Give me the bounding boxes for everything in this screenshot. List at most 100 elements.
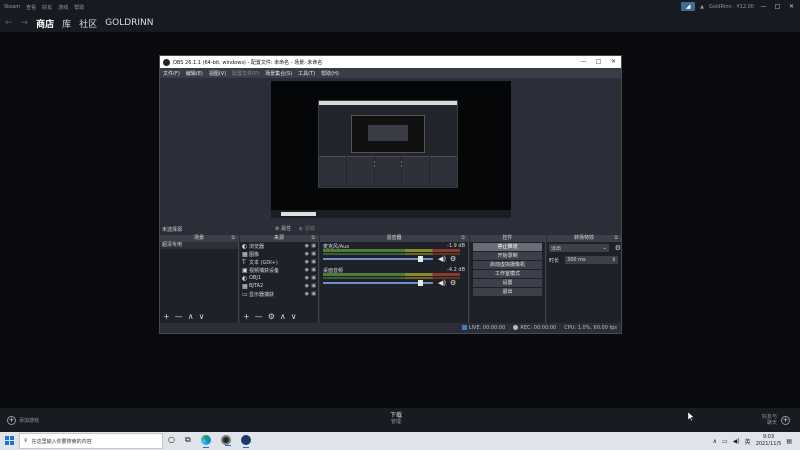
scene-item[interactable]: 超清专用	[160, 242, 238, 249]
account-label[interactable]: GoldRinn · ¥12.00	[709, 4, 754, 10]
notification-center-icon[interactable]: ▤	[786, 438, 792, 445]
maximize-button[interactable]: □	[773, 3, 782, 10]
speaker-icon[interactable]: ◀)	[438, 255, 446, 263]
remove-source-button[interactable]: —	[255, 312, 263, 321]
minimize-button[interactable]: —	[759, 3, 768, 10]
exit-button[interactable]: 退出	[473, 288, 542, 296]
nav-store[interactable]: 商店	[36, 17, 54, 30]
stop-streaming-button[interactable]: 停止推流	[473, 243, 542, 251]
notification-icon[interactable]: ▲	[700, 4, 704, 10]
dock-settings-icon[interactable]: ⧉	[461, 235, 465, 242]
obs-taskbar-icon[interactable]	[220, 435, 231, 446]
source-item[interactable]: ▦ BJTA2 ◉ ▣	[240, 282, 318, 290]
volume-slider-handle[interactable]	[418, 256, 423, 262]
menu-games[interactable]: 游戏	[58, 4, 68, 11]
cortana-icon[interactable]: ○	[168, 435, 175, 445]
obs-minimize-button[interactable]: —	[576, 56, 591, 68]
obs-maximize-button[interactable]: □	[591, 56, 606, 68]
steam-taskbar-icon[interactable]	[240, 435, 251, 448]
friends-chat-button[interactable]: 好友与 聊天 +	[762, 414, 790, 426]
lock-icon[interactable]: ▣	[311, 251, 316, 257]
scene-down-button[interactable]: ∨	[199, 312, 205, 321]
virtual-camera-button[interactable]: 启动虚拟摄像机	[473, 261, 542, 269]
settings-button[interactable]: 设置	[473, 279, 542, 287]
eye-icon[interactable]: ◉	[305, 267, 309, 273]
source-item[interactable]: ▦ 图像 ◉ ▣	[240, 250, 318, 258]
eye-icon[interactable]: ◉	[305, 291, 309, 297]
lock-icon[interactable]: ▣	[311, 283, 316, 289]
transition-select[interactable]: 淡出 ⌄	[549, 244, 609, 252]
obs-menu-profile[interactable]: 配置文件(P)	[232, 70, 259, 77]
nav-community[interactable]: 社区	[79, 17, 97, 30]
broadcast-icon[interactable]: ◢	[681, 2, 696, 11]
obs-menu-tools[interactable]: 工具(T)	[298, 70, 315, 77]
lock-icon[interactable]: ▣	[311, 291, 316, 297]
volume-slider[interactable]	[323, 282, 433, 284]
eye-icon[interactable]: ◉	[305, 275, 309, 281]
obs-menu-help[interactable]: 帮助(H)	[321, 70, 339, 77]
scene-up-button[interactable]: ∧	[188, 312, 194, 321]
gear-icon[interactable]: ⚙	[615, 244, 621, 252]
start-recording-button[interactable]: 开始录制	[473, 252, 542, 260]
speaker-icon[interactable]: ◀)	[438, 279, 446, 287]
obs-menu-file[interactable]: 文件(F)	[163, 70, 180, 77]
menu-steam[interactable]: Steam	[4, 4, 20, 11]
nav-username[interactable]: GOLDRINN	[105, 18, 153, 28]
menu-view[interactable]: 查看	[26, 4, 36, 11]
obs-menu-view[interactable]: 视图(V)	[209, 70, 226, 77]
dock-settings-icon[interactable]: ⧉	[311, 235, 315, 242]
edge-icon[interactable]	[200, 435, 211, 448]
source-item[interactable]: ◐ OBJ1 ◉ ▣	[240, 274, 318, 282]
nav-library[interactable]: 库	[62, 17, 71, 30]
source-item[interactable]: ◐ 浏览器 ◉ ▣	[240, 242, 318, 250]
windows-start-icon[interactable]	[5, 436, 14, 445]
source-properties-button[interactable]: ⚙	[268, 312, 275, 321]
source-item[interactable]: ▭ 显示器捕获 ◉ ▣	[240, 290, 318, 298]
volume-icon[interactable]: ◀)	[733, 438, 740, 445]
source-item[interactable]: T 文本 (GDI+) ◉ ▣	[240, 258, 318, 266]
gear-icon[interactable]: ⚙	[450, 255, 456, 263]
volume-slider[interactable]	[323, 258, 433, 260]
eye-icon[interactable]: ◉	[305, 259, 309, 265]
back-arrow-icon[interactable]: ←	[5, 18, 13, 28]
properties-button[interactable]: ⚙ 属性	[275, 225, 291, 232]
steam-menu: Steam 查看 好友 游戏 帮助	[4, 4, 84, 11]
add-game-button[interactable]: + 添加游戏	[7, 416, 39, 425]
dock-settings-icon[interactable]: ⧉	[614, 235, 618, 242]
eye-icon[interactable]: ◉	[305, 243, 309, 249]
dock-settings-icon[interactable]: ⧉	[231, 235, 235, 242]
remove-scene-button[interactable]: —	[175, 312, 183, 321]
obs-menu-scene-collection[interactable]: 场景集合(S)	[265, 70, 292, 77]
source-up-button[interactable]: ∧	[280, 312, 286, 321]
obs-close-button[interactable]: ✕	[606, 56, 621, 68]
source-item[interactable]: ▣ 视频捕获设备 ◉ ▣	[240, 266, 318, 274]
menu-friends[interactable]: 好友	[42, 4, 52, 11]
eye-icon[interactable]: ◉	[305, 283, 309, 289]
source-down-button[interactable]: ∨	[291, 312, 297, 321]
filters-button[interactable]: ◐ 滤镜	[299, 225, 315, 232]
forward-arrow-icon[interactable]: →	[21, 18, 29, 28]
downloads-button[interactable]: 下载 管理	[390, 412, 402, 426]
taskbar-clock[interactable]: 9:03 2021/11/5	[756, 434, 782, 448]
lock-icon[interactable]: ▣	[311, 267, 316, 273]
gear-icon[interactable]: ⚙	[450, 279, 456, 287]
add-scene-button[interactable]: +	[163, 312, 170, 321]
lock-icon[interactable]: ▣	[311, 243, 316, 249]
preview-canvas[interactable]	[271, 81, 511, 218]
studio-mode-button[interactable]: 工作室模式	[473, 270, 542, 278]
add-source-button[interactable]: +	[243, 312, 250, 321]
ime-indicator[interactable]: 英	[745, 437, 751, 446]
obs-menu-edit[interactable]: 编辑(E)	[186, 70, 203, 77]
close-button[interactable]: ✕	[787, 3, 796, 10]
tray-chevron-icon[interactable]: ∧	[713, 438, 717, 445]
task-view-icon[interactable]: ⧉	[185, 435, 191, 445]
taskbar-search-box[interactable]: ⚲ 在这里输入你要搜索的内容	[19, 433, 163, 449]
duration-stepper[interactable]: 300 ms ⇕	[565, 256, 618, 264]
lock-icon[interactable]: ▣	[311, 259, 316, 265]
volume-slider-handle[interactable]	[418, 280, 423, 286]
menu-help[interactable]: 帮助	[74, 4, 84, 11]
eye-icon[interactable]: ◉	[305, 251, 309, 257]
network-icon[interactable]: ▭	[722, 438, 728, 445]
lock-icon[interactable]: ▣	[311, 275, 316, 281]
properties-label: 属性	[281, 226, 292, 232]
